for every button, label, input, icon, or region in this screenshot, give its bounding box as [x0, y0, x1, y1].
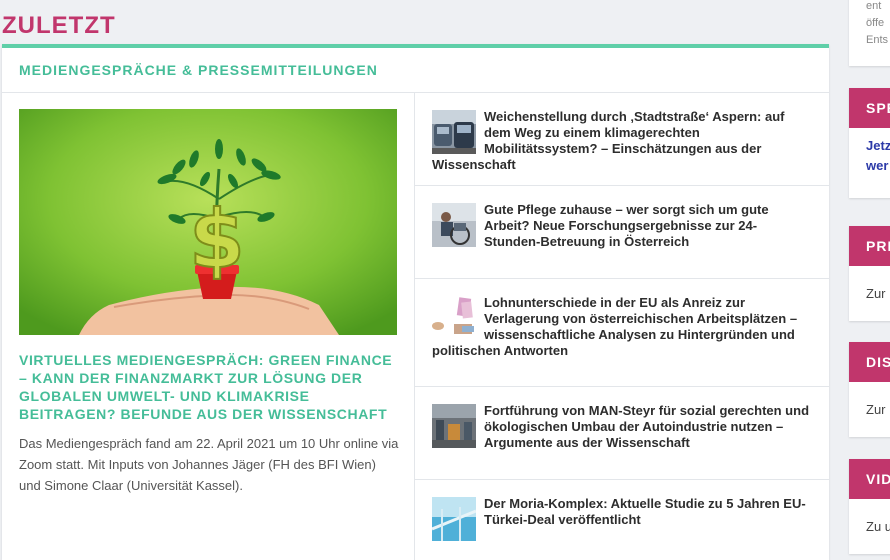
sidebar-link[interactable]: wer	[849, 156, 890, 176]
news-list: Weichenstellung durch ‚Stadtstraße‘ Aspe…	[415, 93, 829, 560]
sidebar-box-dis: DIS Zur	[849, 342, 890, 437]
news-item-title[interactable]: Fortführung von MAN-Steyr für sozial ger…	[432, 403, 813, 451]
news-item[interactable]: Weichenstellung durch ‚Stadtstraße‘ Aspe…	[415, 93, 829, 186]
sidebar-link[interactable]: Jetz	[849, 136, 890, 156]
sidebar-box-text: Zu u	[866, 519, 890, 534]
news-item[interactable]: Der Moria-Komplex: Aktuelle Studie zu 5 …	[415, 480, 829, 560]
fence-sky-thumbnail[interactable]	[432, 497, 476, 541]
factory-hall-thumbnail[interactable]	[432, 404, 476, 448]
news-item-title[interactable]: Gute Pflege zuhause – wer sorgt sich um …	[432, 202, 813, 250]
news-item-title[interactable]: Weichenstellung durch ‚Stadtstraße‘ Aspe…	[432, 109, 813, 173]
sidebar-box-heading: VID	[849, 459, 890, 499]
sidebar-box-heading: SPE	[849, 88, 890, 128]
euro-banknotes-thumbnail[interactable]	[432, 296, 476, 340]
svg-text:$: $	[189, 193, 245, 286]
featured-article-title[interactable]: VIRTUELLES MEDIENGESPRÄCH: GREEN FINANCE…	[19, 351, 399, 423]
sidebar-box-text: Zur	[866, 402, 886, 417]
sidebar-fragment-line: Ents	[866, 34, 889, 46]
green-finance-plant-dollar-image[interactable]: $	[19, 109, 397, 335]
sidebar-box-text: Zur	[866, 286, 886, 301]
featured-article-summary: Das Mediengespräch fand am 22. April 202…	[19, 436, 399, 493]
news-card: MEDIENGESPRÄCHE & PRESSEMITTEILUNGEN $ V…	[2, 44, 829, 560]
sidebar-box-pre: PRE Zur	[849, 226, 890, 321]
traffic-cars-thumbnail[interactable]	[432, 110, 476, 154]
featured-article[interactable]: $ VIRTUELLES MEDIENGESPRÄCH: GREEN FINAN…	[2, 93, 415, 560]
sidebar-box-spe: SPE Jetz wer	[849, 88, 890, 198]
news-item[interactable]: Gute Pflege zuhause – wer sorgt sich um …	[415, 186, 829, 279]
news-item-title[interactable]: Lohnunterschiede in der EU als Anreiz zu…	[432, 295, 813, 359]
sidebar-box-vid: VID Zu u	[849, 459, 890, 554]
sidebar: ent öffe Ents SPE Jetz wer PRE Zur DIS Z…	[849, 0, 890, 560]
sidebar-box-heading: DIS	[849, 342, 890, 382]
sidebar-fragment-line: öffe	[866, 17, 885, 29]
news-item[interactable]: Lohnunterschiede in der EU als Anreiz zu…	[415, 279, 829, 387]
sidebar-top-box: ent öffe Ents	[849, 0, 890, 66]
sidebar-box-heading: PRE	[849, 226, 890, 266]
news-item[interactable]: Fortführung von MAN-Steyr für sozial ger…	[415, 387, 829, 480]
news-item-title[interactable]: Der Moria-Komplex: Aktuelle Studie zu 5 …	[432, 496, 813, 528]
page-title: ZULETZT	[2, 12, 116, 39]
card-header: MEDIENGESPRÄCHE & PRESSEMITTEILUNGEN	[2, 48, 829, 93]
wheelchair-care-thumbnail[interactable]	[432, 203, 476, 247]
sidebar-fragment-line: ent	[866, 0, 882, 12]
